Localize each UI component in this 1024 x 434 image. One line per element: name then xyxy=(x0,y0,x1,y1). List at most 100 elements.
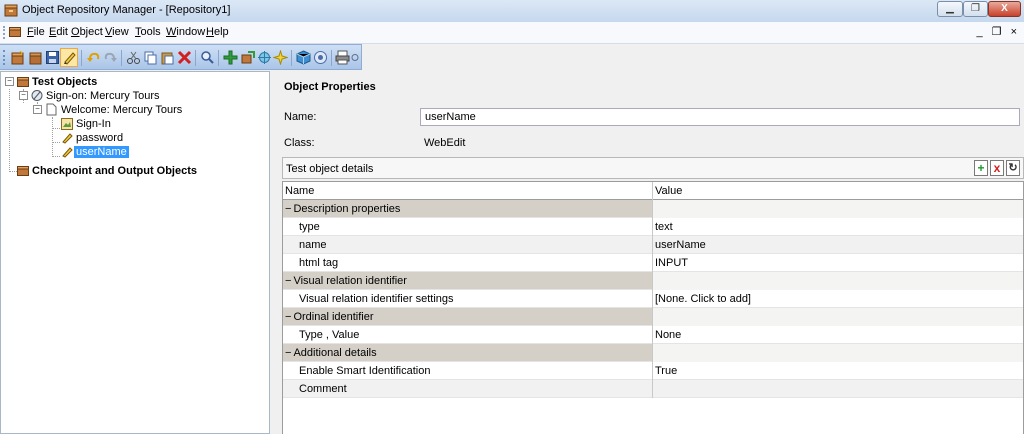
object-tree-pane: − Test Objects − Sign-on: Mercury Tours … xyxy=(0,71,270,434)
property-category-row[interactable]: − Ordinal identifier xyxy=(283,308,1023,326)
property-value-cell[interactable]: INPUT xyxy=(653,254,1023,272)
highlight-icon[interactable] xyxy=(257,50,272,65)
expand-toggle-browser[interactable]: − xyxy=(19,91,28,100)
menu-object[interactable]: Object xyxy=(71,26,103,38)
property-name-cell: Type , Value xyxy=(283,326,653,344)
paste-icon[interactable] xyxy=(160,50,175,65)
edit-button-active[interactable] xyxy=(60,48,78,67)
repository-icon xyxy=(17,77,29,87)
menu-view-rest: iew xyxy=(112,26,129,38)
column-header-name[interactable]: Name xyxy=(283,182,653,200)
toolbar-grip[interactable] xyxy=(3,50,5,65)
property-name: type xyxy=(299,221,320,233)
property-row[interactable]: html tag INPUT xyxy=(283,254,1023,272)
toolbar-separator xyxy=(291,50,292,66)
property-name: Additional details xyxy=(293,347,377,359)
property-name-cell: − Description properties xyxy=(283,200,653,218)
property-name-cell: Comment xyxy=(283,380,653,398)
property-value-cell[interactable]: None xyxy=(653,326,1023,344)
navigate-icon[interactable] xyxy=(240,50,255,65)
property-value-cell[interactable]: True xyxy=(653,362,1023,380)
menu-window[interactable]: Window xyxy=(166,26,205,38)
redo-icon[interactable] xyxy=(103,50,118,65)
cut-icon[interactable] xyxy=(126,50,141,65)
tree-label: Checkpoint and Output Objects xyxy=(32,165,198,177)
property-row[interactable]: Comment xyxy=(283,380,1023,398)
property-category-row[interactable]: − Additional details xyxy=(283,344,1023,362)
title-bar: Object Repository Manager - [Repository1… xyxy=(0,0,1024,23)
property-value-cell[interactable] xyxy=(653,380,1023,398)
expand-toggle-test-objects[interactable]: − xyxy=(5,77,14,86)
remove-property-button[interactable]: x xyxy=(990,160,1004,176)
associate-icon[interactable] xyxy=(350,50,360,65)
collapse-toggle[interactable]: − xyxy=(285,275,291,287)
property-name: name xyxy=(299,239,327,251)
pencil-icon xyxy=(64,52,76,65)
menu-help[interactable]: Help xyxy=(206,26,229,38)
repository-icon xyxy=(17,166,29,176)
menu-grip[interactable] xyxy=(3,26,7,39)
delete-icon[interactable] xyxy=(177,50,192,65)
undo-icon[interactable] xyxy=(86,50,101,65)
property-value-cell[interactable]: userName xyxy=(653,236,1023,254)
property-name: Type , Value xyxy=(299,329,360,341)
property-value-cell[interactable]: text xyxy=(653,218,1023,236)
menu-edit[interactable]: Edit xyxy=(49,26,68,38)
menu-help-accel: H xyxy=(206,26,214,38)
grid-header-row: Name Value xyxy=(283,182,1023,200)
name-label: Name: xyxy=(284,111,317,123)
save-icon[interactable] xyxy=(45,50,60,65)
toolbar-separator xyxy=(195,50,196,66)
object-properties-title: Object Properties xyxy=(284,81,376,93)
maximize-button[interactable]: ❐ xyxy=(963,1,988,17)
menu-tools[interactable]: Tools xyxy=(135,26,161,38)
menu-view[interactable]: View xyxy=(105,26,129,38)
collapse-toggle[interactable]: − xyxy=(285,347,291,359)
column-header-value[interactable]: Value xyxy=(653,182,1023,200)
tree-label-selected: userName xyxy=(74,146,129,158)
property-row[interactable]: Enable Smart Identification True xyxy=(283,362,1023,380)
collapse-toggle[interactable]: − xyxy=(285,311,291,323)
window-title: Object Repository Manager - [Repository1… xyxy=(22,4,231,16)
property-name-cell: html tag xyxy=(283,254,653,272)
property-row[interactable]: Type , Value None xyxy=(283,326,1023,344)
refresh-button[interactable]: ↻ xyxy=(1006,160,1020,176)
property-value-cell xyxy=(653,308,1023,326)
property-name: Visual relation identifier xyxy=(293,275,407,287)
property-row[interactable]: name userName xyxy=(283,236,1023,254)
mdi-window-controls[interactable]: _ ❐ × xyxy=(976,25,1020,38)
property-category-row[interactable]: − Visual relation identifier xyxy=(283,272,1023,290)
object-spy-icon[interactable] xyxy=(296,50,311,65)
name-input[interactable] xyxy=(420,108,1020,126)
property-name: Comment xyxy=(299,383,347,395)
property-name: Visual relation identifier settings xyxy=(299,293,454,305)
menu-file-rest: ile xyxy=(33,26,45,38)
close-button[interactable]: X xyxy=(988,1,1021,17)
copy-icon[interactable] xyxy=(143,50,158,65)
repository-menu-icon[interactable] xyxy=(9,27,21,37)
object-properties-pane: Object Properties Name: Class: WebEdit T… xyxy=(276,71,1024,434)
add-property-button[interactable]: + xyxy=(974,160,988,176)
property-name: Description properties xyxy=(293,203,401,215)
menu-edit-rest: dit xyxy=(56,26,68,38)
define-object-icon[interactable] xyxy=(273,50,288,65)
property-row[interactable]: type text xyxy=(283,218,1023,236)
property-value-cell[interactable]: [None. Click to add] xyxy=(653,290,1023,308)
test-object-details-label: Test object details xyxy=(286,163,374,175)
print-icon[interactable] xyxy=(335,50,350,65)
expand-toggle-page[interactable]: − xyxy=(33,105,42,114)
class-value: WebEdit xyxy=(424,137,466,149)
test-object-details-bar: Test object details + x ↻ xyxy=(282,157,1024,179)
local-objects-icon[interactable] xyxy=(313,50,328,65)
property-row[interactable]: Visual relation identifier settings [None… xyxy=(283,290,1023,308)
menu-file[interactable]: File xyxy=(27,26,45,38)
add-objects-icon[interactable] xyxy=(223,50,238,65)
find-icon[interactable] xyxy=(200,50,215,65)
collapse-toggle[interactable]: − xyxy=(285,203,291,215)
property-name: Enable Smart Identification xyxy=(299,365,431,377)
minimize-button[interactable]: ▁ xyxy=(937,1,963,17)
tree-label: Test Objects xyxy=(32,76,98,88)
property-category-row[interactable]: − Description properties xyxy=(283,200,1023,218)
open-icon[interactable] xyxy=(28,50,43,65)
new-repository-icon[interactable] xyxy=(10,50,25,65)
